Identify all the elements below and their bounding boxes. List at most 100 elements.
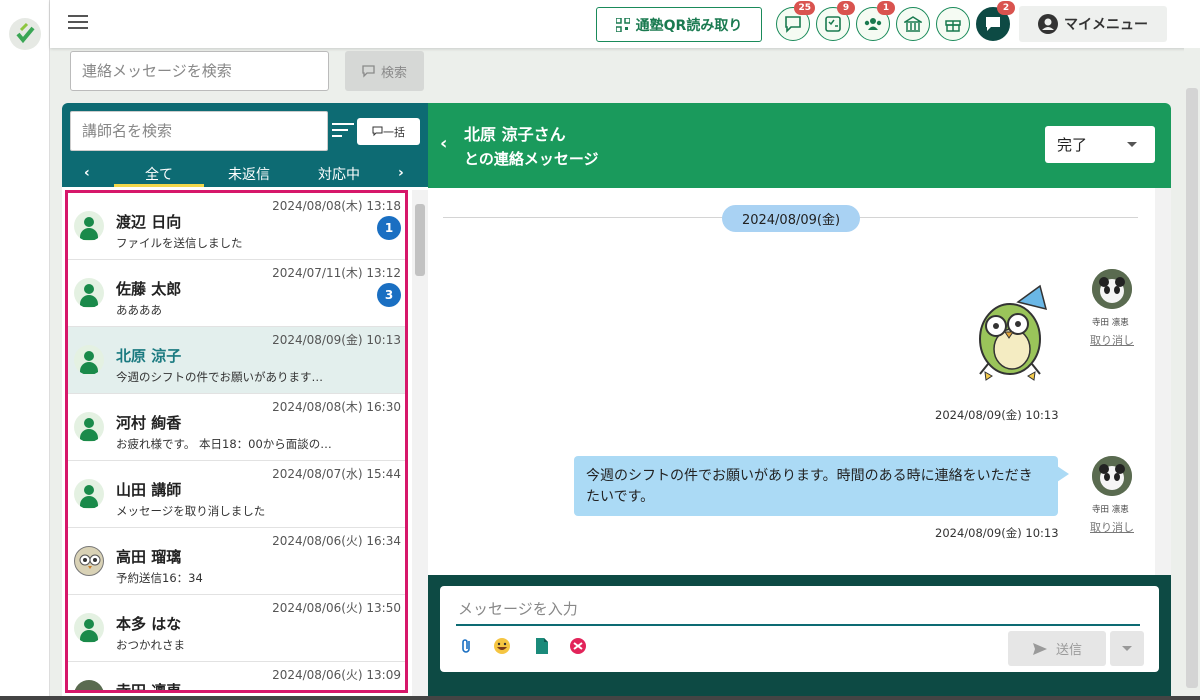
app-logo-icon[interactable] [9, 18, 41, 50]
account-icon [1038, 14, 1058, 34]
contact-row-selected[interactable]: 北原 涼子 2024/08/09(金) 10:13 今週のシフトの件でお願いがあ… [68, 327, 405, 394]
contact-preview: お疲れ様です。 本日18：00から面談の… [116, 437, 332, 451]
sender-name: 寺田 凛恵 [1092, 505, 1129, 515]
school-icon [904, 16, 922, 32]
search-icon [362, 64, 375, 78]
students-badge: 1 [877, 1, 895, 15]
owl-avatar [74, 546, 104, 576]
chat-icon [986, 17, 1000, 31]
avatar [74, 613, 104, 643]
undo-link[interactable]: 取り消し [1090, 332, 1134, 348]
search-button[interactable]: 検索 [345, 51, 424, 91]
tab-prev-icon[interactable]: ‹ [84, 165, 90, 181]
window-bottom-edge [0, 696, 1200, 700]
contact-row[interactable]: 本多 はな 2024/08/06(火) 13:50 おつかれさま [68, 595, 405, 662]
message-bubble: 今週のシフトの件でお願いがあります。時間のある時に連絡をいただきたいです。 [574, 456, 1069, 516]
search-button-label: 検索 [380, 65, 407, 81]
sender-name: 寺田 凛恵 [1092, 318, 1129, 328]
contact-name: 河村 絢香 [116, 414, 182, 432]
tab-unreplied[interactable]: 未返信 [204, 164, 294, 184]
composer-box: 送信 [440, 586, 1159, 672]
chat-title: 北原 涼子さん [464, 125, 566, 144]
sort-icon[interactable] [332, 123, 354, 139]
chat-scrollbar[interactable] [1155, 188, 1171, 575]
date-divider: 2024/08/09(金) [722, 205, 860, 232]
message-thread: 2024/08/09(金) おはようございます 2024/08/09(金) 10… [428, 188, 1155, 575]
students-button[interactable]: 1 [856, 1, 895, 41]
sender-avatar [1092, 456, 1132, 496]
contact-name: 寺田 凛恵 [116, 682, 182, 693]
messages-button[interactable]: 25 [776, 1, 815, 41]
contact-name: 北原 涼子 [116, 347, 182, 365]
message-input[interactable] [456, 594, 1140, 626]
contact-date: 2024/08/07(水) 15:44 [272, 467, 401, 481]
tasks-button[interactable]: 9 [816, 1, 855, 41]
composer: 送信 [428, 575, 1171, 700]
menu-icon[interactable] [68, 15, 88, 29]
contact-preview: ファイルを送信しました [116, 236, 243, 250]
chat-badge: 2 [997, 1, 1015, 15]
group-icon [864, 18, 882, 30]
unread-badge: 3 [377, 283, 401, 307]
gift-icon [945, 20, 961, 32]
messages-badge: 25 [794, 1, 815, 15]
school-button[interactable] [896, 7, 930, 41]
contact-date: 2024/08/06(火) 16:34 [272, 534, 401, 548]
contact-row[interactable]: 高田 瑠璃 2024/08/06(火) 16:34 予約送信16：34 [68, 528, 405, 595]
contact-panel-header: 一括 ‹ 全て 未返信 対応中 › [62, 103, 428, 187]
tab-all[interactable]: 全て [114, 164, 204, 187]
contact-preview: メッセージを取り消しました [116, 504, 266, 518]
tab-next-icon[interactable]: › [398, 165, 404, 181]
contact-list-scrollbar[interactable] [412, 190, 428, 700]
window-scrollbar[interactable] [1184, 48, 1200, 700]
send-button[interactable]: 送信 [1008, 631, 1106, 666]
contact-list: 渡辺 日向 2024/08/08(木) 13:18 ファイルを送信しました 1 … [65, 190, 408, 693]
message-text: 今週のシフトの件でお願いがあります。時間のある時に連絡をいただきたいです。 [586, 468, 1033, 505]
file-icon[interactable] [533, 637, 551, 655]
contact-row[interactable]: 佐藤 太郎 2024/07/11(木) 13:12 ああああ 3 [68, 260, 405, 327]
avatar [74, 412, 104, 442]
chat-panel: ‹ 北原 涼子さん との連絡メッセージ 完了 2024/08/09(金) おはよ… [428, 103, 1171, 700]
my-menu-label: マイメニュー [1064, 17, 1148, 33]
chat-header: ‹ 北原 涼子さん との連絡メッセージ 完了 [428, 103, 1171, 188]
contact-row[interactable]: 山田 講師 2024/08/07(水) 15:44 メッセージを取り消しました [68, 461, 405, 528]
contact-date: 2024/08/06(火) 13:09 [272, 668, 401, 682]
status-value: 完了 [1057, 136, 1088, 154]
contact-preview: 今週のシフトの件でお願いがあります… [116, 370, 323, 384]
send-options-button[interactable] [1110, 631, 1144, 666]
left-rail [0, 0, 50, 700]
back-icon[interactable]: ‹ [440, 133, 447, 154]
emoji-icon[interactable] [493, 637, 511, 655]
bulk-label: 一括 [383, 125, 405, 139]
teacher-search-input[interactable] [70, 111, 328, 151]
contact-panel: 一括 ‹ 全て 未返信 対応中 › 渡辺 日向 2024/08/08(木) 13… [62, 103, 428, 700]
contact-preview: 予約送信16：34 [116, 571, 203, 585]
status-select[interactable]: 完了 [1045, 126, 1155, 163]
message-search-input[interactable] [70, 51, 329, 91]
chat-button[interactable]: 2 [976, 1, 1015, 41]
undo-link[interactable]: 取り消し [1090, 519, 1134, 535]
contact-row[interactable]: 渡辺 日向 2024/08/08(木) 13:18 ファイルを送信しました 1 [68, 193, 405, 260]
bulk-button[interactable]: 一括 [357, 118, 420, 145]
contact-date: 2024/08/08(木) 13:18 [272, 199, 401, 213]
chat-small-icon [372, 126, 383, 137]
contact-row[interactable]: 寺田 凛恵 2024/08/06(火) 13:09 [68, 662, 405, 693]
qr-scan-button[interactable]: 通塾QR読み取り [596, 7, 762, 42]
avatar [74, 211, 104, 241]
stamp-timestamp: 2024/08/09(金) 10:13 [935, 408, 1059, 422]
attach-icon[interactable] [458, 637, 476, 655]
stamp-message: おはようございます [900, 264, 1102, 432]
top-bar: 通塾QR読み取り 25 9 1 2 マイメニュー [50, 0, 1200, 48]
my-menu-button[interactable]: マイメニュー [1019, 6, 1167, 42]
gift-button[interactable] [936, 7, 970, 41]
contact-date: 2024/08/09(金) 10:13 [272, 333, 401, 347]
unread-badge: 1 [377, 216, 401, 240]
contact-row[interactable]: 河村 絢香 2024/08/08(木) 16:30 お疲れ様です。 本日18：0… [68, 394, 405, 461]
qr-scan-label: 通塾QR読み取り [635, 17, 743, 34]
qr-icon [615, 17, 630, 32]
tab-in-progress[interactable]: 対応中 [294, 164, 384, 184]
avatar [74, 345, 104, 375]
sender-avatar [1092, 269, 1132, 309]
contact-name: 高田 瑠璃 [116, 548, 182, 566]
sticker-icon[interactable] [569, 637, 587, 655]
